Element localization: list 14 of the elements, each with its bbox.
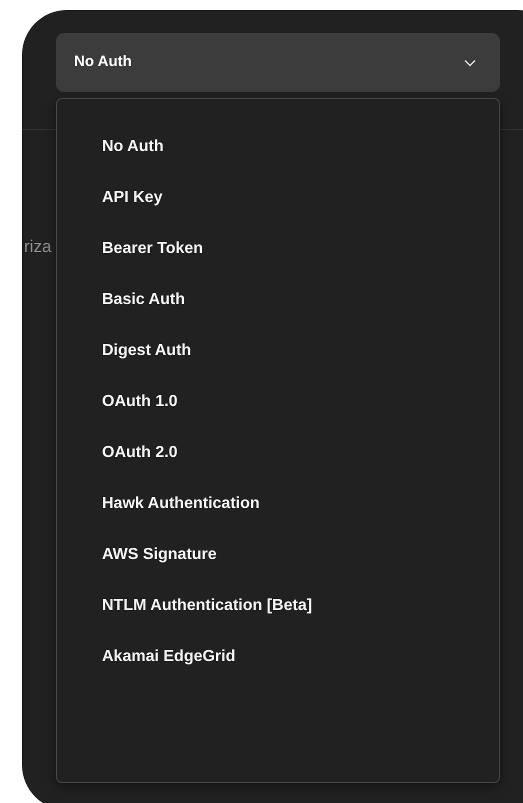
menu-item[interactable]: OAuth 2.0 (57, 427, 499, 478)
auth-type-dropdown[interactable]: No Auth (56, 33, 500, 92)
background-label: riza (24, 236, 52, 258)
menu-item[interactable]: Akamai EdgeGrid (57, 631, 499, 682)
menu-item[interactable]: OAuth 1.0 (57, 376, 499, 427)
menu-item[interactable]: API Key (57, 172, 499, 223)
chevron-icon (464, 58, 476, 66)
menu-item[interactable]: Bearer Token (57, 223, 499, 274)
menu-item[interactable]: Hawk Authentication (57, 478, 499, 529)
menu-item[interactable]: Basic Auth (57, 274, 499, 325)
menu-item[interactable]: Digest Auth (57, 325, 499, 376)
menu-item[interactable]: AWS Signature (57, 529, 499, 580)
menu-item[interactable]: NTLM Authentication [Beta] (57, 580, 499, 631)
menu-item[interactable]: No Auth (57, 121, 499, 172)
